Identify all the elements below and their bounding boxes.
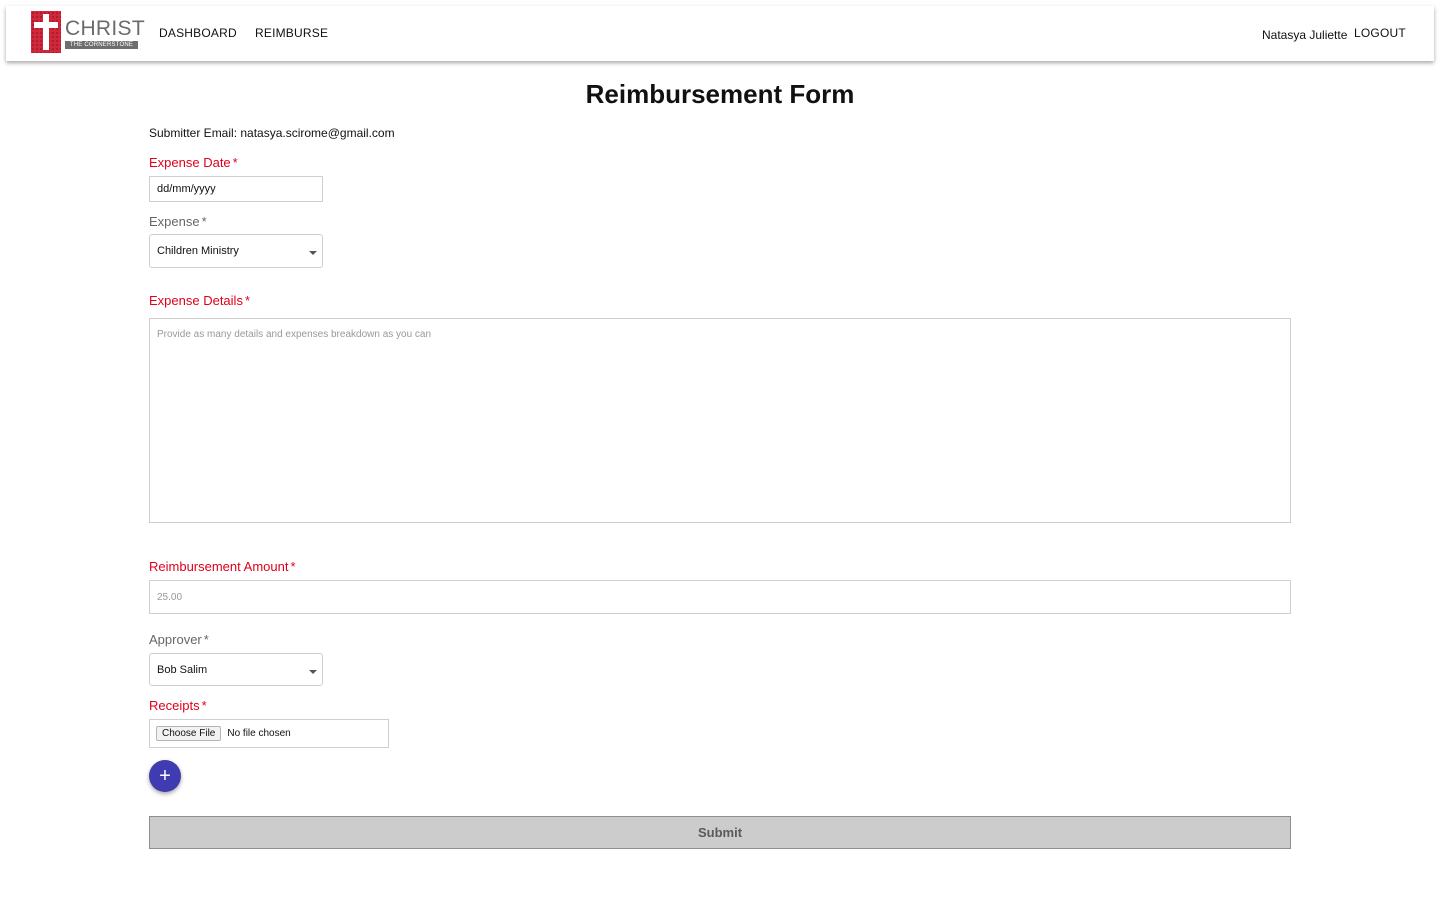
approver-label: Approver * bbox=[149, 632, 209, 647]
required-marker: * bbox=[201, 698, 207, 713]
expense-details-label: Expense Details * bbox=[149, 293, 250, 308]
receipts-label: Receipts * bbox=[149, 698, 207, 713]
plus-icon: + bbox=[159, 765, 171, 787]
reimbursement-amount-label: Reimbursement Amount * bbox=[149, 559, 296, 574]
approver-select[interactable]: Bob Salim bbox=[149, 653, 323, 686]
submit-button[interactable]: Submit bbox=[149, 816, 1291, 849]
expense-label-text: Expense bbox=[149, 214, 200, 229]
required-marker: * bbox=[201, 214, 207, 229]
cross-logo-icon bbox=[31, 11, 61, 53]
file-status-text: No file chosen bbox=[227, 728, 291, 739]
caret-down-icon bbox=[309, 669, 317, 674]
required-marker: * bbox=[203, 632, 209, 647]
approver-label-text: Approver bbox=[149, 632, 202, 647]
add-receipt-button[interactable]: + bbox=[149, 760, 181, 792]
expense-date-label: Expense Date * bbox=[149, 155, 238, 170]
expense-details-placeholder: Provide as many details and expenses bre… bbox=[157, 329, 432, 340]
expense-date-label-text: Expense Date bbox=[149, 155, 231, 170]
required-marker: * bbox=[244, 293, 251, 308]
submit-label: Submit bbox=[697, 825, 743, 840]
expense-selected-value: Children Ministry bbox=[157, 245, 239, 257]
expense-date-value: dd/mm/yyyy bbox=[157, 183, 216, 195]
nav-link-reimburse[interactable]: REIMBURSE bbox=[255, 26, 328, 40]
nav-link-dashboard[interactable]: DASHBOARD bbox=[159, 26, 237, 40]
required-marker: * bbox=[290, 559, 296, 574]
expense-label: Expense * bbox=[149, 214, 207, 229]
page-title: Reimbursement Form bbox=[585, 79, 855, 109]
user-name: Natasya Juliette bbox=[1262, 28, 1348, 42]
top-navbar: CHRIST THE CORNERSTONE DASHBOARD REIMBUR… bbox=[6, 6, 1434, 61]
expense-details-label-text: Expense Details bbox=[149, 293, 243, 308]
logo-subtitle: THE CORNERSTONE bbox=[65, 41, 138, 49]
receipts-label-text: Receipts bbox=[149, 698, 200, 713]
receipts-file-input: Choose File No file chosen bbox=[149, 719, 389, 748]
reimbursement-amount-placeholder: 25.00 bbox=[157, 591, 183, 603]
required-marker: * bbox=[232, 155, 238, 170]
expense-date-input[interactable]: dd/mm/yyyy bbox=[149, 176, 323, 202]
logout-link[interactable]: LOGOUT bbox=[1354, 26, 1406, 40]
reimbursement-amount-label-text: Reimbursement Amount bbox=[149, 559, 289, 574]
expense-details-textarea[interactable]: Provide as many details and expenses bre… bbox=[149, 318, 1291, 523]
caret-down-icon bbox=[309, 251, 317, 255]
reimbursement-amount-input[interactable]: 25.00 bbox=[149, 580, 1291, 614]
choose-file-button[interactable]: Choose File bbox=[156, 726, 222, 741]
church-logo[interactable]: CHRIST THE CORNERSTONE bbox=[31, 11, 145, 55]
submitter-email: Submitter Email: natasya.scirome@gmail.c… bbox=[149, 126, 395, 140]
approver-selected-value: Bob Salim bbox=[157, 663, 208, 676]
logo-title: CHRIST bbox=[65, 17, 145, 40]
expense-select[interactable]: Children Ministry bbox=[149, 234, 323, 268]
